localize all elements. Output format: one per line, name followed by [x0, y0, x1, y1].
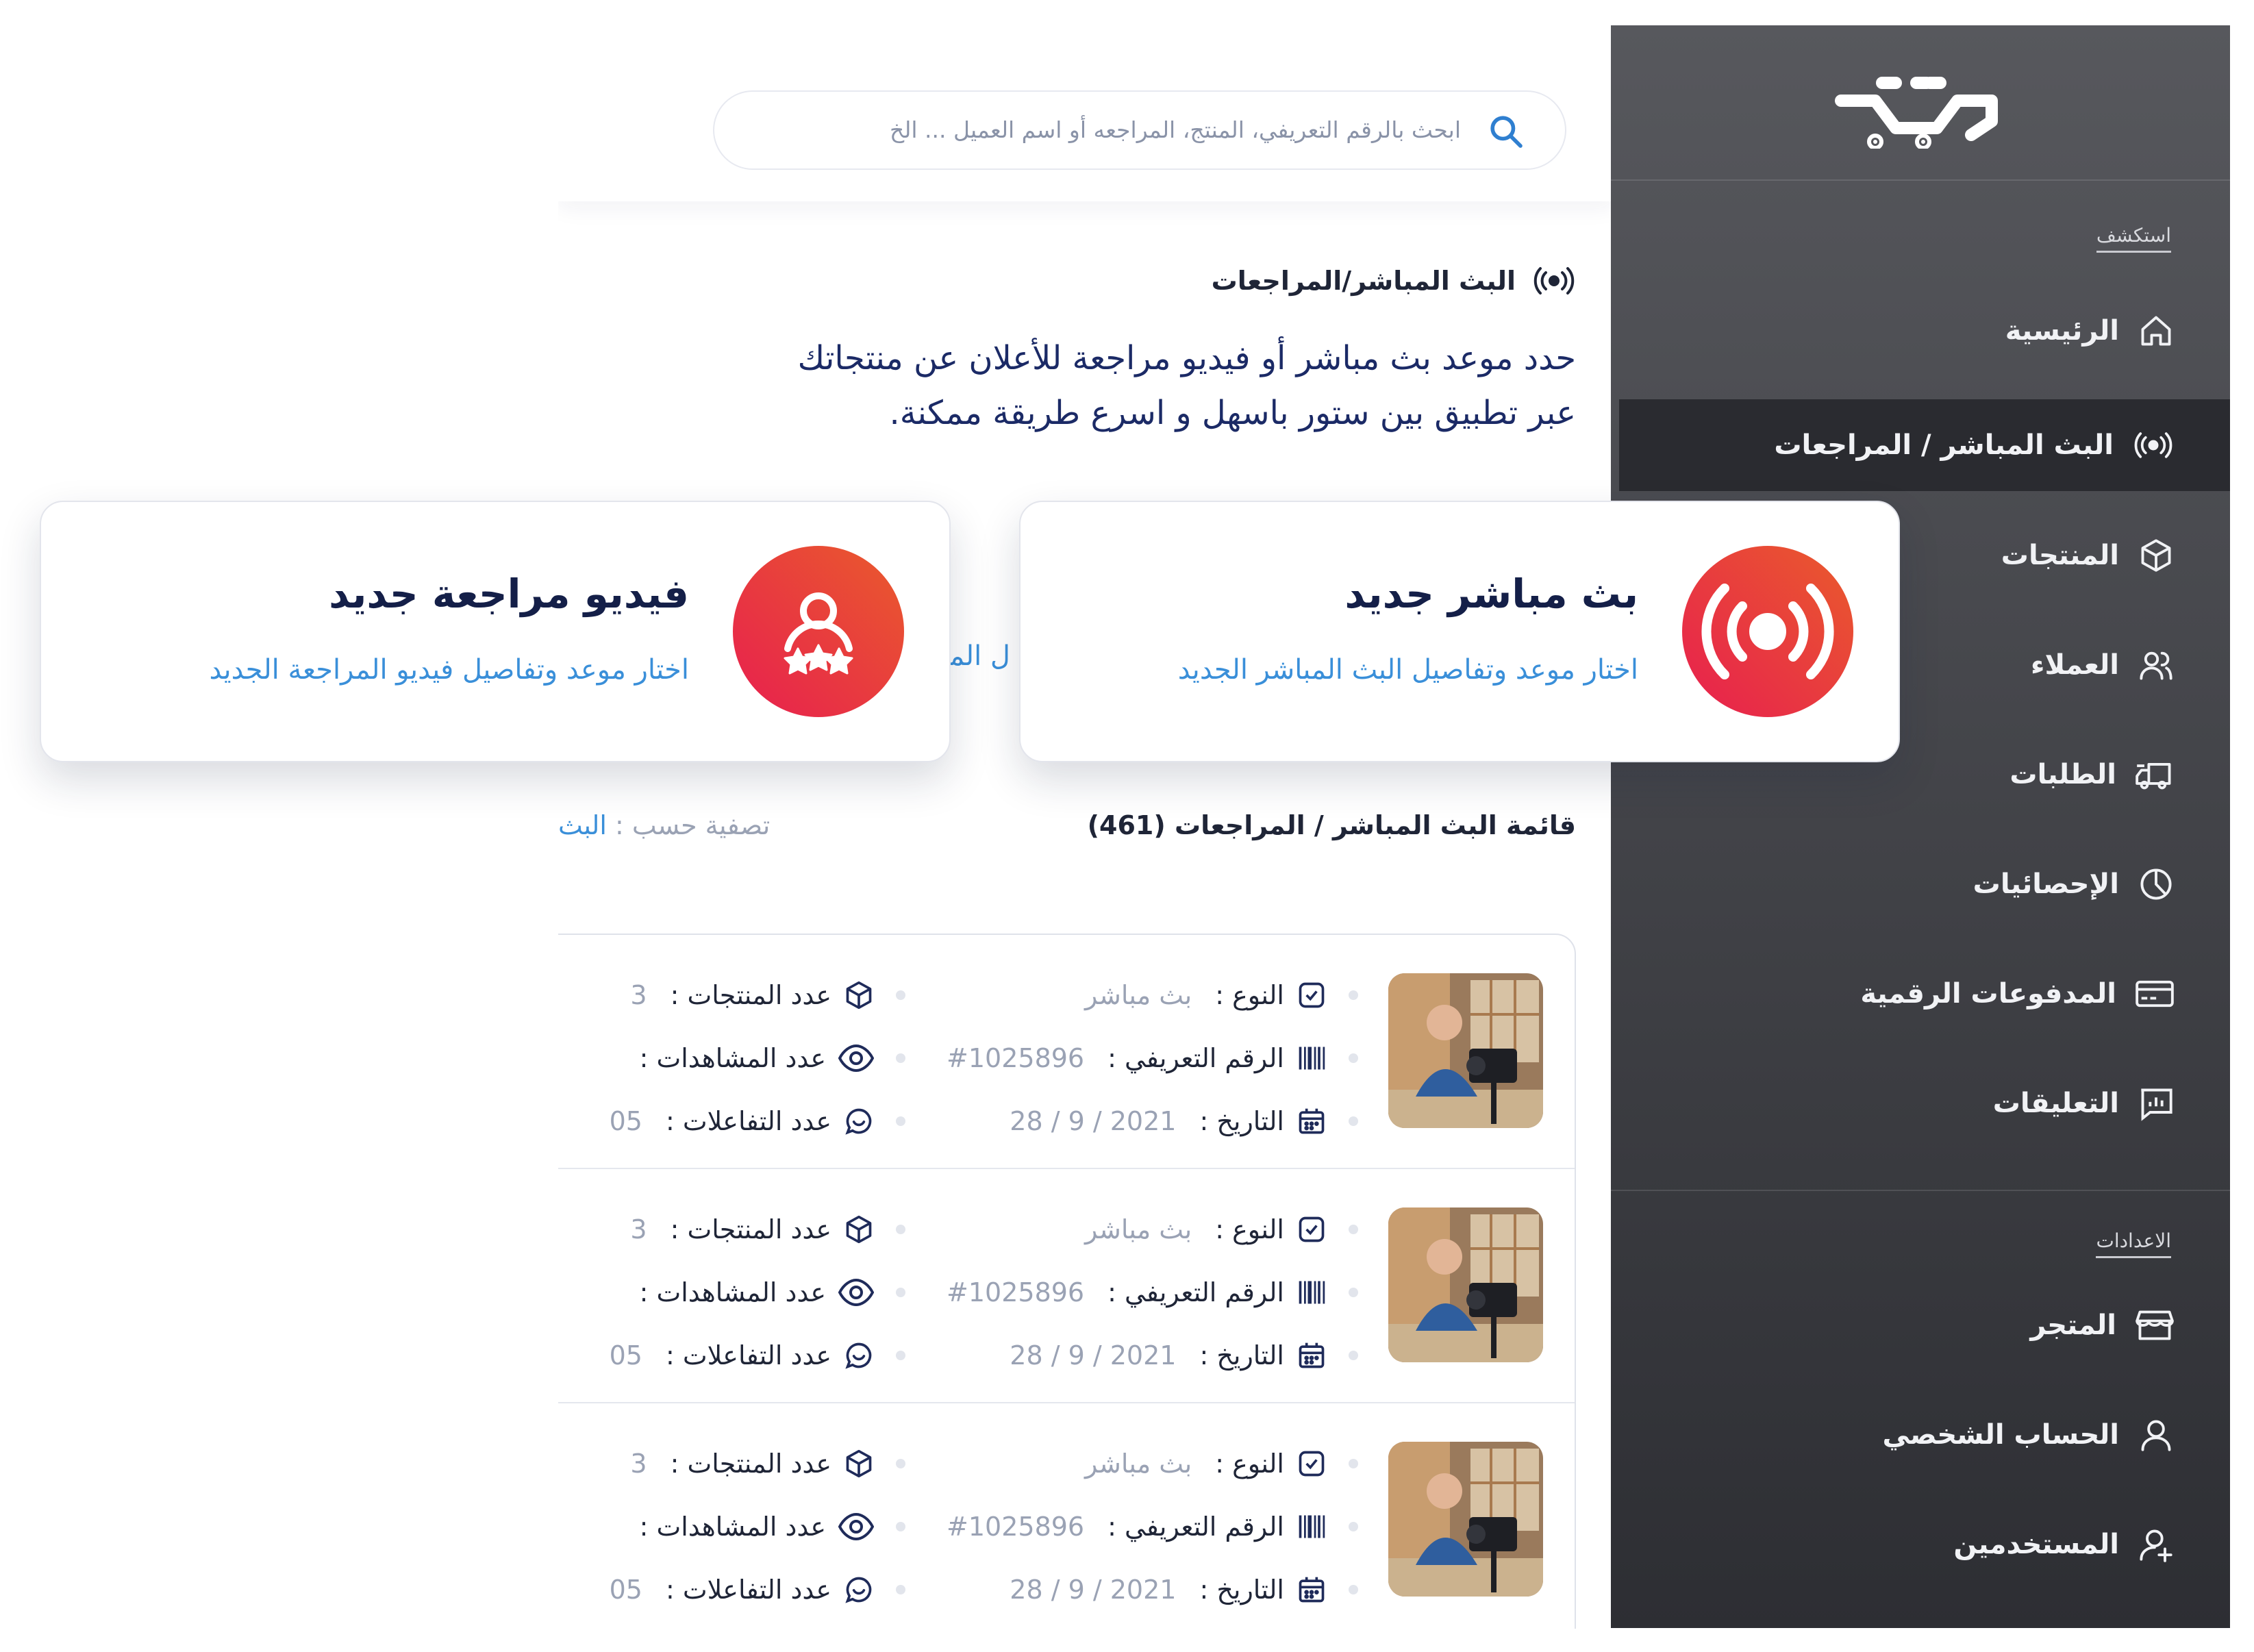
barcode-icon — [1299, 1515, 1325, 1538]
eye-icon — [838, 1044, 874, 1073]
new-live-card[interactable]: بث مباشر جديد اختار موعد وتفاصيل البث ال… — [1019, 501, 1900, 762]
eye-icon — [838, 1278, 874, 1307]
sidebar-item-products[interactable]: المنتجات — [2001, 521, 2174, 590]
intro-text: حدد موعد بث مباشر أو فيديو مراجعة للأعلا… — [797, 339, 1576, 432]
sidebar: استكشف الرئيسية البث المباشر / المراجعات… — [1611, 25, 2230, 1628]
credit-card-icon — [2136, 980, 2174, 1008]
views-count-field: عدد المشاهدات : — [560, 1261, 905, 1324]
divider — [1611, 179, 2230, 181]
date-field: التاريخ :2021 / 9 / 28 — [934, 1324, 1358, 1387]
sidebar-item-users[interactable]: المستخدمين — [1953, 1510, 2174, 1579]
list-item[interactable]: النوع : بث مباشر الرقم التعريفي : #1025896… — [558, 1403, 1575, 1629]
date-field: التاريخ :2021 / 9 / 28 — [934, 1558, 1358, 1621]
pie-chart-icon — [2140, 868, 2172, 900]
filter-dropdown[interactable]: تصفية حسب : البث — [558, 810, 770, 840]
broadcast-icon — [1533, 267, 1575, 295]
interactions-count-field: عدد التفاعلات :05 — [560, 1090, 905, 1153]
barcode-icon — [1299, 1047, 1325, 1070]
card-subtitle: اختار موعد وتفاصيل فيديو المراجعة الجديد — [209, 654, 689, 686]
card-subtitle: اختار موعد وتفاصيل البث المباشر الجديد — [1177, 654, 1638, 686]
type-field: النوع : بث مباشر — [934, 964, 1358, 1027]
home-icon — [2141, 316, 2171, 346]
checkbox-icon — [1299, 982, 1325, 1008]
broadcast-icon — [2134, 432, 2172, 458]
calendar-icon — [1299, 1342, 1325, 1368]
broadcast-icon — [1701, 584, 1834, 679]
chat-icon — [845, 1108, 872, 1135]
views-count-field: عدد المشاهدات : — [560, 1495, 905, 1558]
page-title: البث المباشر/المراجعات — [1212, 266, 1576, 296]
products-count-field: عدد المنتجات :3 — [560, 964, 905, 1027]
store-icon — [2136, 1310, 2174, 1340]
list-item[interactable]: النوع : بث مباشر الرقم التعريفي : #1025896… — [558, 1169, 1575, 1403]
barcode-icon — [1299, 1281, 1325, 1304]
search-placeholder: ابحث بالرقم التعريفي، المنتج، المراجعه أ… — [890, 116, 1461, 143]
list-title: قائمة البث المباشر / المراجعات (461) — [1087, 810, 1576, 840]
list-item[interactable]: النوع : بث مباشر الرقم التعريفي : #1025896… — [558, 935, 1575, 1169]
id-field: الرقم التعريفي : #1025896 — [934, 1027, 1358, 1090]
user-icon — [2141, 1420, 2171, 1451]
checkbox-icon — [1299, 1451, 1325, 1477]
interactions-count-field: عدد التفاعلات :05 — [560, 1558, 905, 1621]
box-icon — [846, 1215, 872, 1244]
delivery-truck-icon — [2136, 762, 2171, 790]
user-rating-icon — [784, 592, 853, 675]
products-count-field: عدد المنتجات :3 — [560, 1432, 905, 1495]
filter-label: تصفية حسب : — [615, 810, 771, 840]
sidebar-item-store[interactable]: المتجر — [2030, 1291, 2174, 1360]
video-thumbnail[interactable] — [1388, 973, 1543, 1128]
filter-value[interactable]: البث — [558, 810, 607, 840]
new-review-card[interactable]: فيديو مراجعة جديد اختار موعد وتفاصيل فيد… — [40, 501, 951, 762]
sidebar-item-comments[interactable]: التعليقات — [1993, 1069, 2174, 1138]
views-count-field: عدد المشاهدات : — [560, 1027, 905, 1090]
section-settings: الاعدادات — [2096, 1229, 2171, 1258]
search-input[interactable]: ابحث بالرقم التعريفي، المنتج، المراجعه أ… — [713, 90, 1566, 170]
calendar-icon — [1299, 1108, 1325, 1134]
video-thumbnail[interactable] — [1388, 1207, 1543, 1362]
id-field: الرقم التعريفي : #1025896 — [934, 1495, 1358, 1558]
calendar-icon — [1299, 1577, 1325, 1603]
sidebar-item-customers[interactable]: العملاء — [2031, 631, 2174, 699]
chat-icon — [845, 1342, 872, 1369]
interactions-count-field: عدد التفاعلات :05 — [560, 1324, 905, 1387]
users-icon — [2140, 651, 2172, 680]
id-field: الرقم التعريفي : #1025896 — [934, 1261, 1358, 1324]
logo — [1835, 77, 1998, 149]
video-thumbnail[interactable] — [1388, 1442, 1543, 1597]
sidebar-item-live-reviews[interactable]: البث المباشر / المراجعات — [1774, 411, 2174, 479]
box-icon — [846, 981, 872, 1010]
sidebar-item-statistics[interactable]: الإحصائيات — [1973, 850, 2174, 918]
type-field: النوع : بث مباشر — [934, 1198, 1358, 1261]
sidebar-item-profile[interactable]: الحساب الشخصي — [1882, 1401, 2174, 1469]
card-title: فيديو مراجعة جديد — [329, 571, 689, 617]
date-field: التاريخ :2021 / 9 / 28 — [934, 1090, 1358, 1153]
products-count-field: عدد المنتجات :3 — [560, 1198, 905, 1261]
comment-chart-icon — [2141, 1088, 2172, 1121]
main-panel: ابحث بالرقم التعريفي، المنتج، المراجعه أ… — [558, 60, 1616, 1629]
eye-icon — [838, 1512, 874, 1541]
sidebar-item-orders[interactable]: الطلبات — [2009, 740, 2174, 809]
chat-icon — [845, 1577, 872, 1603]
divider — [1611, 1190, 2230, 1191]
box-icon — [2141, 539, 2171, 572]
section-explore: استكشف — [2096, 224, 2171, 253]
stream-list: النوع : بث مباشر الرقم التعريفي : #1025896… — [558, 934, 1576, 1629]
box-icon — [846, 1449, 872, 1478]
checkbox-icon — [1299, 1216, 1325, 1242]
search-icon[interactable] — [1487, 112, 1525, 151]
card-peek-text: ل المب — [949, 640, 1010, 672]
sidebar-item-payments[interactable]: المدفوعات الرقمية — [1860, 960, 2174, 1028]
user-add-icon — [2140, 1529, 2172, 1562]
top-bar: ابحث بالرقم التعريفي، المنتج، المراجعه أ… — [558, 60, 1616, 201]
sidebar-item-home[interactable]: الرئيسية — [2005, 297, 2174, 365]
type-field: النوع : بث مباشر — [934, 1432, 1358, 1495]
card-title: بث مباشر جديد — [1344, 571, 1638, 617]
